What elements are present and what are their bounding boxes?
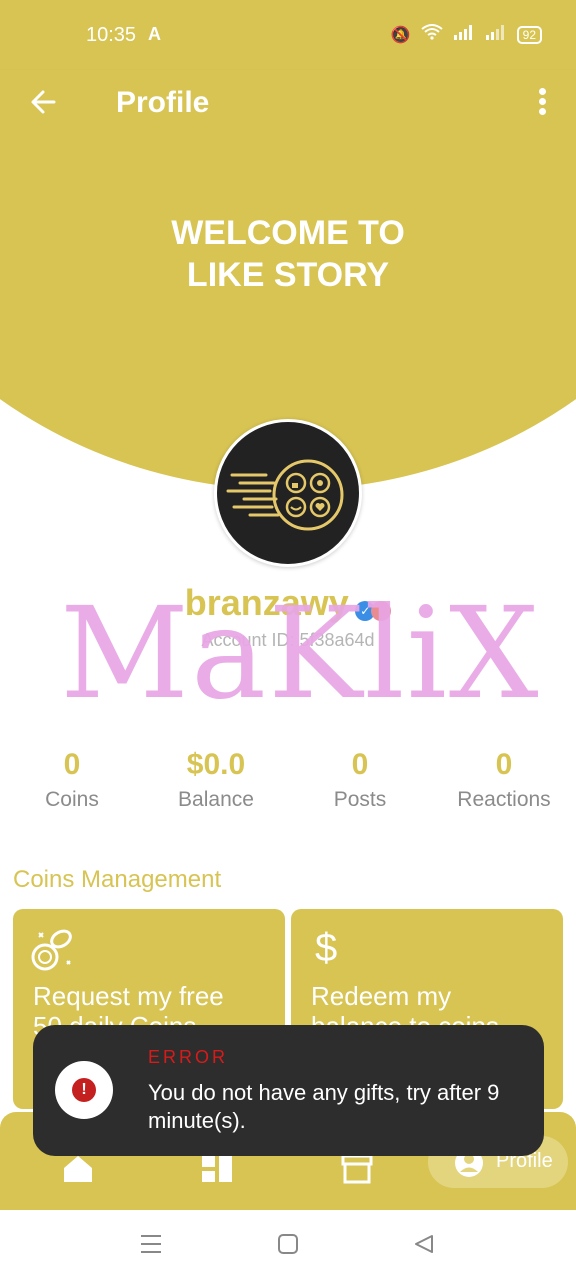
stat-label: Reactions [457, 788, 551, 811]
recent-apps-button[interactable] [140, 1234, 162, 1259]
stat-label: Coins [45, 788, 99, 811]
stat-balance: $0.0 Balance [144, 748, 288, 812]
stats-row: 0 Coins $0.0 Balance 0 Posts 0 Reactions [0, 748, 576, 812]
svg-text:$: $ [315, 926, 337, 969]
battery-indicator: 92 [516, 25, 542, 44]
coins-icon [29, 923, 79, 978]
toast-message: You do not have any gifts, try after 9 m… [148, 1080, 500, 1133]
signal-icon [453, 24, 475, 45]
home-button[interactable] [278, 1234, 298, 1259]
stat-value: 0 [63, 748, 81, 781]
app-logo-icon [226, 459, 344, 531]
dollar-icon: $ [307, 923, 347, 974]
stat-posts: 0 Posts [288, 748, 432, 812]
stat-reactions: 0 Reactions [432, 748, 576, 812]
welcome-title: WELCOME TO LIKE STORY [171, 214, 405, 294]
error-toast[interactable]: ! ERROR You do not have any gifts, try a… [33, 1025, 544, 1156]
stat-value: 0 [351, 748, 369, 781]
toast-title: ERROR [148, 1047, 229, 1067]
stat-coins: 0 Coins [0, 748, 144, 812]
triangle-back-icon [415, 1235, 433, 1253]
username: branzawy [184, 582, 349, 623]
signal-icon-2 [485, 24, 507, 45]
page-title: Profile [116, 86, 210, 119]
more-vert-icon [538, 88, 546, 95]
stat-label: Posts [333, 788, 387, 811]
system-back-button[interactable] [414, 1234, 434, 1259]
arrow-left-icon [31, 90, 56, 114]
menu-icon [141, 1235, 161, 1253]
avatar[interactable] [214, 419, 362, 567]
app-indicator-icon: A [148, 24, 161, 44]
stat-value: $0.0 [186, 748, 246, 781]
wifi-icon [421, 24, 443, 45]
status-bar: 10:35 A 🔕 92 [0, 0, 576, 70]
nav-store[interactable] [340, 1154, 374, 1189]
stat-label: Balance [178, 788, 254, 811]
back-button[interactable] [28, 86, 60, 118]
status-dot-icon [371, 600, 392, 621]
system-nav-bar [0, 1210, 576, 1280]
status-time: 10:35 [86, 24, 137, 46]
stat-value: 0 [495, 748, 513, 781]
app-bar: Profile [0, 70, 576, 150]
more-options-button[interactable] [534, 88, 550, 120]
dashboard-icon [202, 1156, 232, 1182]
store-icon [341, 1154, 373, 1184]
username-row: branzawy ✓ [0, 582, 576, 624]
error-icon: ! [55, 1061, 113, 1119]
bell-off-icon: 🔕 [390, 26, 411, 44]
nav-home[interactable] [62, 1154, 94, 1189]
nav-dashboard[interactable] [200, 1154, 234, 1189]
section-title: Coins Management [13, 866, 222, 893]
account-id: Account ID: 5f38a64d [201, 630, 375, 650]
home-icon [64, 1156, 92, 1182]
square-icon [278, 1234, 298, 1254]
status-icons: 🔕 92 [391, 24, 542, 45]
